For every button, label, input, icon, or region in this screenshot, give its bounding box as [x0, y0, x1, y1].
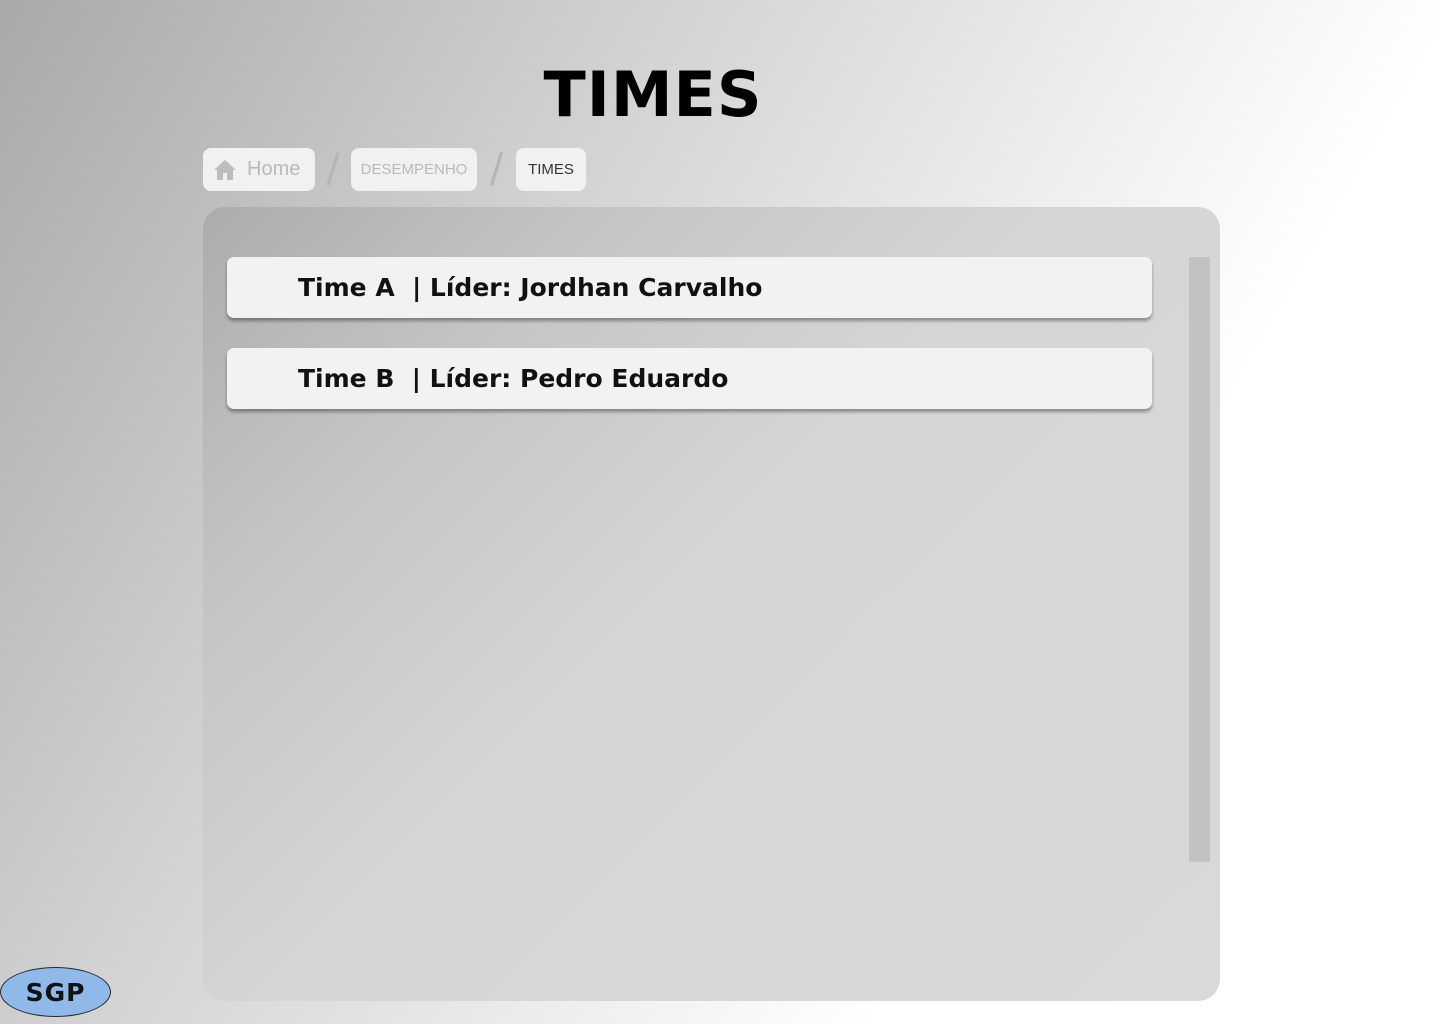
- team-card-b[interactable]: Time B | Líder: Pedro Eduardo: [227, 348, 1152, 409]
- team-card-a[interactable]: Time A | Líder: Jordhan Carvalho: [227, 257, 1152, 318]
- breadcrumb: Home / DESEMPENHO / TIMES: [203, 148, 586, 191]
- logo-text: SGP: [25, 977, 86, 1007]
- breadcrumb-item-label: DESEMPENHO: [360, 161, 468, 178]
- breadcrumb-home-label: Home: [247, 158, 301, 180]
- team-card-label: Time A | Líder: Jordhan Carvalho: [298, 273, 763, 302]
- breadcrumb-separator: /: [326, 146, 340, 192]
- breadcrumb-separator: /: [489, 146, 504, 192]
- breadcrumb-home-link[interactable]: Home: [203, 148, 315, 191]
- breadcrumb-item-desempenho[interactable]: DESEMPENHO: [351, 148, 477, 191]
- teams-list-scrollbar[interactable]: [1189, 257, 1210, 862]
- teams-panel: Time A | Líder: Jordhan Carvalho Time B …: [203, 207, 1220, 1001]
- sgp-logo[interactable]: SGP: [0, 967, 111, 1017]
- breadcrumb-item-label: TIMES: [528, 161, 574, 178]
- page-title: TIMES: [543, 58, 763, 131]
- home-icon: [214, 159, 236, 180]
- breadcrumb-item-times[interactable]: TIMES: [516, 148, 586, 191]
- teams-list: Time A | Líder: Jordhan Carvalho Time B …: [227, 257, 1152, 439]
- team-card-label: Time B | Líder: Pedro Eduardo: [298, 364, 729, 393]
